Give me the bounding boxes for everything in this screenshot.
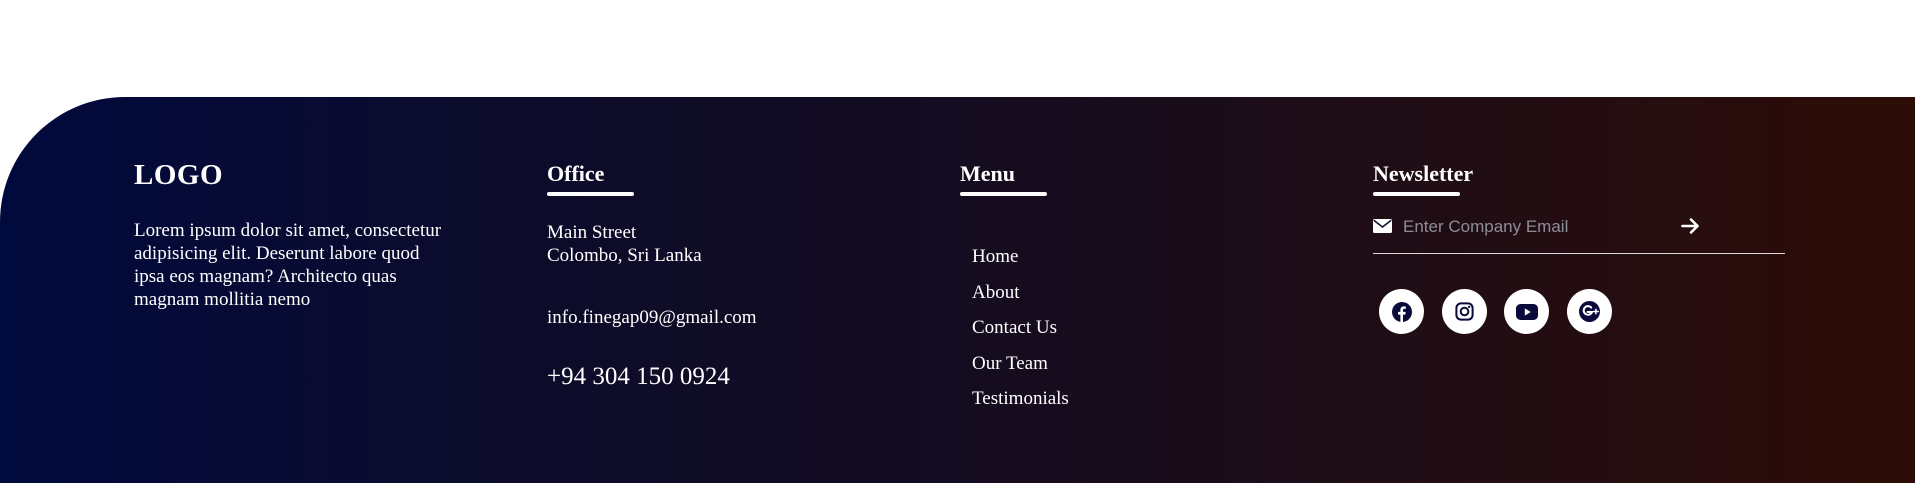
newsletter-email-input[interactable]: [1403, 216, 1663, 238]
menu-item-about[interactable]: About: [972, 282, 1069, 318]
office-phone[interactable]: +94 304 150 0924: [547, 363, 730, 391]
youtube-icon: [1515, 303, 1538, 320]
menu-heading: Menu: [960, 161, 1015, 186]
footer-logo[interactable]: LOGO: [134, 159, 223, 192]
office-heading: Office: [547, 161, 605, 186]
instagram-icon: [1455, 302, 1474, 321]
office-heading-underline: [547, 192, 634, 196]
facebook-icon: [1391, 301, 1412, 322]
facebook-link[interactable]: [1379, 289, 1424, 334]
instagram-link[interactable]: [1442, 289, 1487, 334]
arrow-right-icon: [1681, 218, 1701, 238]
youtube-link[interactable]: [1504, 289, 1549, 334]
newsletter-heading-underline: [1373, 192, 1460, 196]
newsletter-submit-button[interactable]: [1679, 217, 1703, 237]
newsletter-heading: Newsletter: [1373, 161, 1474, 186]
site-footer: LOGO Lorem ipsum dolor sit amet, consect…: [0, 97, 1915, 483]
envelope-icon: [1373, 219, 1392, 233]
menu-item-our-team[interactable]: Our Team: [972, 353, 1069, 389]
menu-heading-underline: [960, 192, 1047, 196]
google-plus-link[interactable]: [1567, 289, 1612, 334]
footer-menu: Home About Contact Us Our Team Testimoni…: [972, 246, 1069, 424]
address-line-1: Main Street: [547, 222, 637, 243]
menu-item-testimonials[interactable]: Testimonials: [972, 388, 1069, 424]
office-email[interactable]: info.finegap09@gmail.com: [547, 307, 757, 329]
brand-description: Lorem ipsum dolor sit amet, consectetur …: [134, 220, 442, 310]
office-address: Main Street Colombo, Sri Lanka: [547, 221, 702, 267]
google-plus-icon: [1579, 301, 1600, 322]
menu-item-contact-us[interactable]: Contact Us: [972, 317, 1069, 353]
address-line-2: Colombo, Sri Lanka: [547, 245, 702, 266]
menu-item-home[interactable]: Home: [972, 246, 1069, 282]
newsletter-form: [1373, 214, 1785, 254]
